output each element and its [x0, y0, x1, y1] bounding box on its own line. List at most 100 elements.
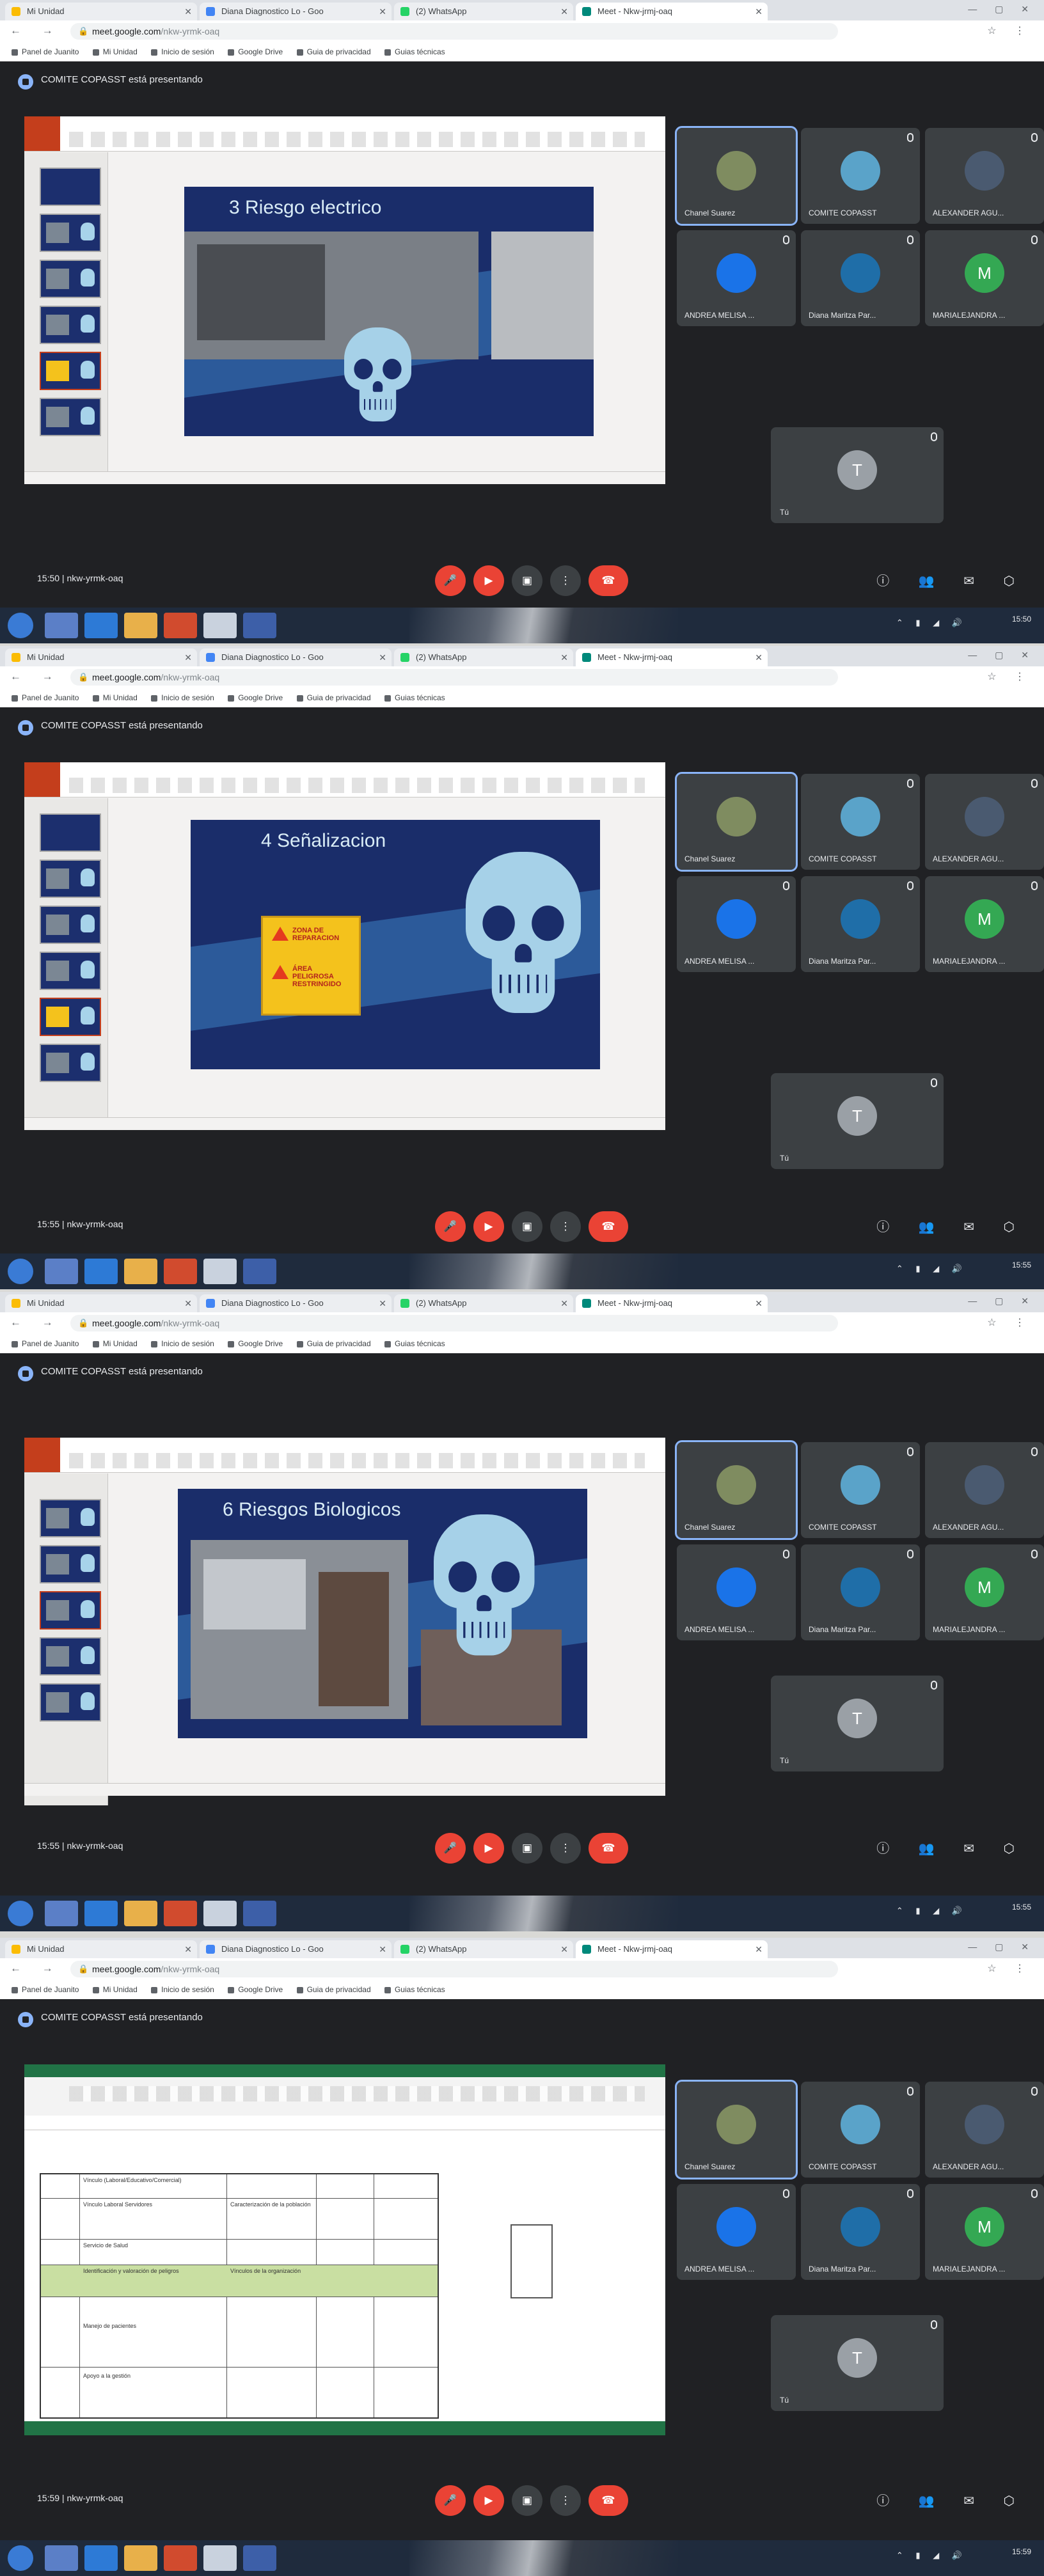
participant-tile[interactable]: M MARIALEJANDRA ... — [925, 230, 1044, 326]
mic-toggle-button[interactable]: 🎤 — [435, 1211, 466, 1242]
start-button[interactable] — [8, 613, 33, 638]
browser-tab[interactable]: Diana Diagnostico Lo - Goo ✕ — [200, 1940, 391, 1958]
taskbar-app[interactable] — [45, 2545, 78, 2571]
present-button[interactable]: ▣ — [512, 1833, 542, 1864]
close-icon[interactable]: ✕ — [184, 1940, 192, 1958]
bookmark[interactable]: Mi Unidad — [92, 1334, 138, 1353]
taskbar-app[interactable] — [124, 1901, 157, 1926]
bookmark[interactable]: Guias técnicas — [384, 1334, 445, 1353]
more-options-button[interactable]: ⋮ — [550, 565, 581, 596]
participant-tile[interactable]: ALEXANDER AGU... — [925, 128, 1044, 224]
bookmark[interactable]: Panel de Juanito — [12, 688, 79, 707]
participant-tile[interactable]: ANDREA MELISA ... — [677, 2184, 796, 2280]
participant-tile[interactable]: M MARIALEJANDRA ... — [925, 1544, 1044, 1640]
bookmark[interactable]: Guias técnicas — [384, 1980, 445, 1999]
taskbar-app[interactable] — [203, 1259, 237, 1284]
taskbar-app[interactable] — [203, 1901, 237, 1926]
taskbar-app[interactable] — [124, 1259, 157, 1284]
browser-tab[interactable]: Diana Diagnostico Lo - Goo ✕ — [200, 3, 391, 20]
taskbar-app[interactable] — [164, 1901, 197, 1926]
participant-tile[interactable]: ALEXANDER AGU... — [925, 774, 1044, 870]
system-tray[interactable]: ⌃ ▮ ◢ 🔊 — [896, 618, 967, 628]
taskbar-app[interactable] — [164, 2545, 197, 2571]
bookmark[interactable]: Panel de Juanito — [12, 42, 79, 61]
browser-tab[interactable]: Mi Unidad ✕ — [5, 3, 197, 20]
toolbar-icons[interactable]: ☆ ⋮ — [987, 1962, 1032, 1975]
bookmark[interactable]: Panel de Juanito — [12, 1334, 79, 1353]
camera-toggle-button[interactable]: ▶ — [473, 565, 504, 596]
participant-tile[interactable]: M MARIALEJANDRA ... — [925, 876, 1044, 972]
mic-toggle-button[interactable]: 🎤 — [435, 2485, 466, 2516]
bookmark[interactable]: Mi Unidad — [92, 688, 138, 707]
browser-tab-active[interactable]: Meet - Nkw-jrmj-oaq ✕ — [576, 648, 768, 666]
participant-tile[interactable]: Chanel Suarez — [675, 772, 798, 872]
browser-tab[interactable]: (2) WhatsApp ✕ — [394, 648, 573, 666]
meeting-side-controls[interactable]: ⓘ 👥 ✉ ⬡ — [876, 570, 1027, 589]
meeting-side-controls[interactable]: ⓘ 👥 ✉ ⬡ — [876, 2490, 1027, 2509]
url-input[interactable]: 🔒 meet.google.com/nkw-yrmk-oaq — [70, 1961, 838, 1977]
participant-tile[interactable]: Diana Maritza Par... — [801, 230, 920, 326]
bookmark[interactable]: Inicio de sesión — [151, 1980, 214, 1999]
participant-tile[interactable]: ANDREA MELISA ... — [677, 1544, 796, 1640]
taskbar-app[interactable] — [164, 613, 197, 638]
participant-tile[interactable]: COMITE COPASST — [801, 1442, 920, 1538]
browser-tab[interactable]: Diana Diagnostico Lo - Goo ✕ — [200, 648, 391, 666]
taskbar-app[interactable] — [84, 1259, 118, 1284]
bookmark[interactable]: Guias técnicas — [384, 42, 445, 61]
close-icon[interactable]: ✕ — [560, 648, 568, 666]
participant-tile[interactable]: ALEXANDER AGU... — [925, 1442, 1044, 1538]
bookmark[interactable]: Guia de privacidad — [296, 1334, 371, 1353]
participant-tile[interactable]: M MARIALEJANDRA ... — [925, 2184, 1044, 2280]
bookmark[interactable]: Panel de Juanito — [12, 1980, 79, 1999]
taskbar-app[interactable] — [84, 613, 118, 638]
more-options-button[interactable]: ⋮ — [550, 1211, 581, 1242]
close-icon[interactable]: ✕ — [379, 648, 386, 666]
bookmark[interactable]: Google Drive — [228, 1980, 283, 1999]
window-controls[interactable]: — ▢ ✕ — [968, 4, 1036, 15]
start-button[interactable] — [8, 1259, 33, 1284]
close-icon[interactable]: ✕ — [184, 1294, 192, 1312]
close-icon[interactable]: ✕ — [560, 1940, 568, 1958]
close-icon[interactable]: ✕ — [560, 3, 568, 20]
bookmark[interactable]: Guias técnicas — [384, 688, 445, 707]
close-icon[interactable]: ✕ — [560, 1294, 568, 1312]
bookmark[interactable]: Guia de privacidad — [296, 1980, 371, 1999]
browser-tab[interactable]: (2) WhatsApp ✕ — [394, 1294, 573, 1312]
browser-tab-active[interactable]: Meet - Nkw-jrmj-oaq ✕ — [576, 1940, 768, 1958]
window-controls[interactable]: — ▢ ✕ — [968, 1296, 1036, 1307]
more-options-button[interactable]: ⋮ — [550, 1833, 581, 1864]
bookmark[interactable]: Google Drive — [228, 688, 283, 707]
taskbar-app[interactable] — [45, 1901, 78, 1926]
taskbar-app[interactable] — [243, 613, 276, 638]
bookmark[interactable]: Mi Unidad — [92, 42, 138, 61]
leave-call-button[interactable]: ☎ — [589, 565, 628, 596]
taskbar-app[interactable] — [203, 613, 237, 638]
present-button[interactable]: ▣ — [512, 565, 542, 596]
participant-tile[interactable]: Chanel Suarez — [675, 126, 798, 226]
start-button[interactable] — [8, 2545, 33, 2571]
leave-call-button[interactable]: ☎ — [589, 2485, 628, 2516]
taskbar-app[interactable] — [243, 1259, 276, 1284]
bookmark[interactable]: Guia de privacidad — [296, 42, 371, 61]
browser-tab[interactable]: Diana Diagnostico Lo - Goo ✕ — [200, 1294, 391, 1312]
url-input[interactable]: 🔒 meet.google.com/nkw-yrmk-oaq — [70, 669, 838, 686]
toolbar-icons[interactable]: ☆ ⋮ — [987, 670, 1032, 683]
participant-tile[interactable]: ANDREA MELISA ... — [677, 876, 796, 972]
taskbar-app[interactable] — [84, 2545, 118, 2571]
window-controls[interactable]: — ▢ ✕ — [968, 650, 1036, 661]
bookmark[interactable]: Google Drive — [228, 1334, 283, 1353]
taskbar-app[interactable] — [45, 613, 78, 638]
close-icon[interactable]: ✕ — [755, 1294, 763, 1312]
participant-tile-self[interactable]: T Tú — [771, 1676, 944, 1771]
url-input[interactable]: 🔒 meet.google.com/nkw-yrmk-oaq — [70, 1315, 838, 1331]
close-icon[interactable]: ✕ — [379, 3, 386, 20]
participant-tile[interactable]: ALEXANDER AGU... — [925, 2082, 1044, 2178]
participant-tile-self[interactable]: T Tú — [771, 2315, 944, 2411]
bookmark[interactable]: Inicio de sesión — [151, 1334, 214, 1353]
close-icon[interactable]: ✕ — [755, 1940, 763, 1958]
camera-toggle-button[interactable]: ▶ — [473, 1211, 504, 1242]
browser-tab[interactable]: (2) WhatsApp ✕ — [394, 1940, 573, 1958]
close-icon[interactable]: ✕ — [379, 1294, 386, 1312]
more-options-button[interactable]: ⋮ — [550, 2485, 581, 2516]
close-icon[interactable]: ✕ — [379, 1940, 386, 1958]
